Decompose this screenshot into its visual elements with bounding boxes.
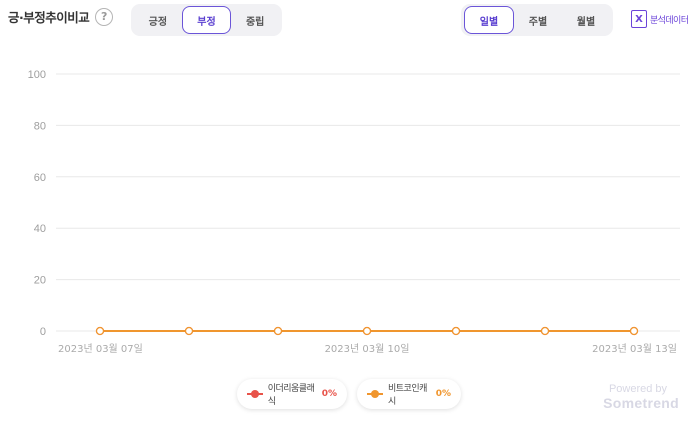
data-point xyxy=(629,326,639,336)
y-tick-label: 40 xyxy=(34,223,46,235)
data-point xyxy=(451,326,461,336)
line-chart: 0 20 40 60 80 100 2023년 03월 07일 2023년 03월 10일 20… xyxy=(28,69,680,355)
legend-item-series-2[interactable]: 비트코인캐시 0% xyxy=(357,379,461,409)
y-tick-label: 0 xyxy=(40,326,46,338)
y-tick-label: 60 xyxy=(34,172,46,184)
brand-name: Sometrend xyxy=(603,395,679,411)
data-point xyxy=(95,326,105,336)
powered-by-text: Powered by xyxy=(608,383,668,395)
legend-item-series-1[interactable]: 이더리움클래식 0% xyxy=(237,379,347,409)
data-point xyxy=(540,326,550,336)
brand-logo: Powered by Sometrend xyxy=(597,383,679,411)
y-tick-label: 80 xyxy=(34,120,46,132)
data-point xyxy=(362,326,372,336)
data-point xyxy=(273,326,283,336)
x-tick-label: 2023년 03월 13일 xyxy=(592,343,677,355)
x-tick-label: 2023년 03월 10일 xyxy=(325,343,410,355)
legend-marker-icon xyxy=(247,389,263,399)
y-tick-label: 100 xyxy=(28,69,46,81)
legend-label: 비트코인캐시 xyxy=(387,384,427,407)
data-point xyxy=(184,326,194,336)
legend-label: 이더리움클래식 xyxy=(267,384,315,407)
legend-value: 0% xyxy=(321,389,337,399)
x-tick-label: 2023년 03월 07일 xyxy=(58,343,143,355)
y-tick-label: 20 xyxy=(34,275,46,287)
legend-value: 0% xyxy=(435,389,451,399)
legend-marker-icon xyxy=(367,389,383,399)
